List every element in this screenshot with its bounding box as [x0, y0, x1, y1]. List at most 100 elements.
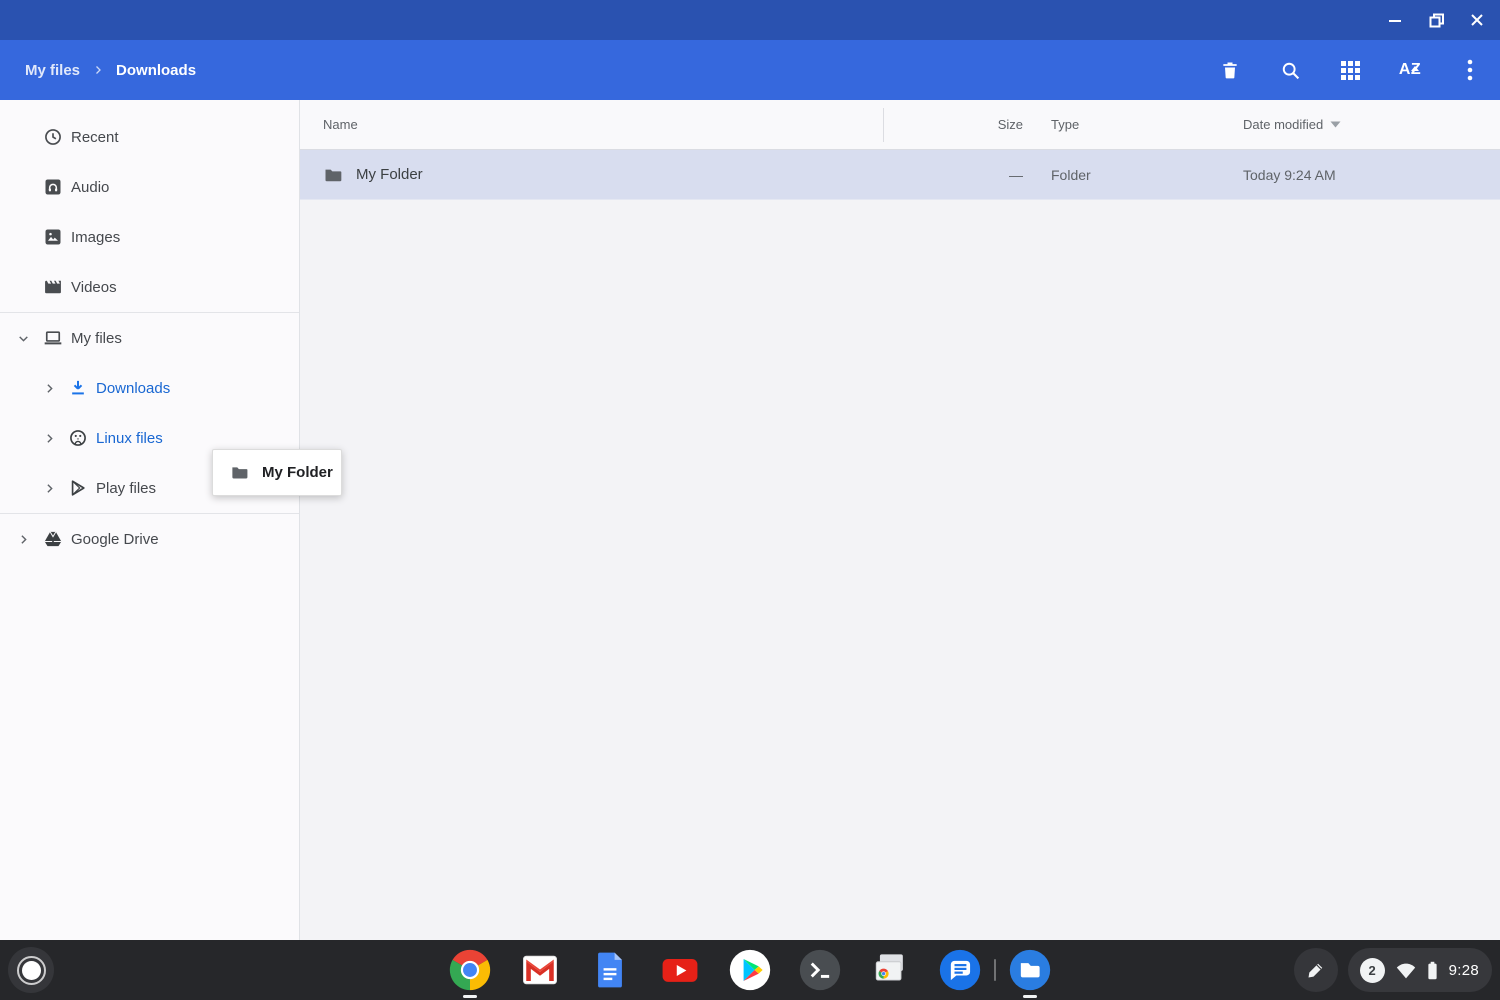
sort-caret-icon: [1330, 121, 1341, 128]
file-type-cell: Folder: [1023, 167, 1241, 183]
messages-app-button[interactable]: [938, 948, 982, 992]
battery-icon: [1427, 961, 1438, 980]
sidebar-item-downloads[interactable]: Downloads: [0, 363, 299, 413]
toolbar: My files Downloads: [0, 40, 1500, 100]
play-store-icon: [728, 948, 772, 992]
list-header: Name Size Type Date modified: [300, 100, 1500, 150]
gmail-icon: [518, 948, 562, 992]
notification-count-badge: 2: [1360, 958, 1385, 983]
more-options-button[interactable]: [1450, 50, 1490, 90]
chrome-remote-desktop-app-button[interactable]: [868, 948, 912, 992]
clock: 9:28: [1449, 962, 1479, 979]
shelf-apps: [448, 948, 1052, 992]
sidebar-item-label: Linux files: [96, 430, 163, 447]
wifi-icon: [1396, 962, 1416, 979]
file-name-cell: My Folder: [300, 165, 883, 185]
breadcrumb-my-files[interactable]: My files: [25, 62, 80, 79]
files-app-button[interactable]: [1008, 948, 1052, 992]
sidebar-item-label: Google Drive: [71, 531, 159, 548]
sort-button[interactable]: AZ: [1390, 50, 1430, 90]
file-date-cell: Today 9:24 AM: [1241, 167, 1500, 183]
minimize-icon: [1388, 13, 1402, 27]
download-icon: [68, 378, 88, 398]
headphones-icon: [43, 177, 63, 197]
gmail-app-button[interactable]: [518, 948, 562, 992]
shelf-separator: [994, 959, 996, 981]
grid-view-icon: [1341, 61, 1360, 80]
breadcrumb-downloads: Downloads: [116, 62, 196, 79]
messages-icon: [938, 948, 982, 992]
window-body: Recent Audio Images Videos: [0, 100, 1500, 940]
stylus-tools-button[interactable]: [1294, 948, 1338, 992]
status-cluster: 2 9:28: [1294, 948, 1492, 992]
google-docs-icon: [588, 948, 632, 992]
sidebar-item-recent[interactable]: Recent: [0, 112, 299, 162]
toolbar-actions: AZ: [1190, 50, 1500, 90]
drag-ghost-my-folder: My Folder: [212, 449, 342, 496]
search-button[interactable]: [1270, 50, 1310, 90]
chevron-right-icon[interactable]: [15, 531, 31, 547]
file-size-cell: —: [883, 167, 1023, 183]
sidebar-item-audio[interactable]: Audio: [0, 162, 299, 212]
file-row-my-folder[interactable]: My Folder — Folder Today 9:24 AM: [300, 150, 1500, 200]
column-header-size[interactable]: Size: [883, 108, 1023, 142]
clock-icon: [43, 127, 63, 147]
sidebar-item-label: Downloads: [96, 380, 170, 397]
delete-button[interactable]: [1210, 50, 1250, 90]
sort-direction-caret-icon: [1411, 58, 1419, 76]
sidebar-item-videos[interactable]: Videos: [0, 262, 299, 312]
folder-icon: [230, 463, 249, 482]
sidebar-item-images[interactable]: Images: [0, 212, 299, 262]
laptop-icon: [43, 328, 63, 348]
google-drive-icon: [43, 529, 63, 549]
close-icon: [1470, 13, 1484, 27]
sidebar-item-label: My files: [71, 330, 122, 347]
file-list: Name Size Type Date modified My Folder —…: [300, 100, 1500, 940]
folder-icon: [323, 165, 343, 185]
close-button[interactable]: [1462, 5, 1492, 35]
column-header-label: Date modified: [1243, 117, 1323, 132]
youtube-icon: [658, 948, 702, 992]
breadcrumb: My files Downloads: [0, 62, 196, 79]
launcher-button[interactable]: [8, 947, 54, 993]
google-play-icon: [68, 478, 88, 498]
terminal-app-button[interactable]: [798, 948, 842, 992]
penguin-icon: [68, 428, 88, 448]
sidebar-item-label: Recent: [71, 129, 119, 146]
column-header-date-modified[interactable]: Date modified: [1241, 117, 1500, 132]
column-header-type[interactable]: Type: [1023, 117, 1241, 132]
restore-icon: [1429, 13, 1444, 28]
shelf: 2 9:28: [0, 940, 1500, 1000]
files-app-window: My files Downloads: [0, 0, 1500, 1000]
chevron-right-icon[interactable]: [41, 380, 57, 396]
chevron-down-icon[interactable]: [15, 330, 31, 346]
breadcrumb-chevron-icon: [92, 64, 104, 76]
file-name: My Folder: [356, 166, 423, 183]
chevron-right-icon[interactable]: [41, 430, 57, 446]
search-icon: [1280, 60, 1301, 81]
column-header-name[interactable]: Name: [300, 117, 883, 132]
terminal-icon: [798, 948, 842, 992]
files-app-icon: [1008, 948, 1052, 992]
chevron-right-icon[interactable]: [41, 480, 57, 496]
sidebar-item-google-drive[interactable]: Google Drive: [0, 514, 299, 564]
status-tray[interactable]: 2 9:28: [1348, 948, 1492, 992]
movie-icon: [43, 277, 63, 297]
kebab-menu-icon: [1467, 59, 1473, 81]
window-titlebar: [0, 0, 1500, 40]
drag-ghost-label: My Folder: [262, 464, 333, 481]
sidebar-item-label: Images: [71, 229, 120, 246]
youtube-app-button[interactable]: [658, 948, 702, 992]
chrome-app-button[interactable]: [448, 948, 492, 992]
sidebar-item-my-files[interactable]: My files: [0, 313, 299, 363]
restore-button[interactable]: [1421, 5, 1451, 35]
grid-view-button[interactable]: [1330, 50, 1370, 90]
chrome-remote-desktop-icon: [868, 948, 912, 992]
minimize-button[interactable]: [1380, 5, 1410, 35]
launcher-icon: [17, 956, 46, 985]
chrome-icon: [448, 948, 492, 992]
sidebar-item-label: Play files: [96, 480, 156, 497]
google-docs-app-button[interactable]: [588, 948, 632, 992]
play-store-app-button[interactable]: [728, 948, 772, 992]
sidebar: Recent Audio Images Videos: [0, 100, 300, 940]
